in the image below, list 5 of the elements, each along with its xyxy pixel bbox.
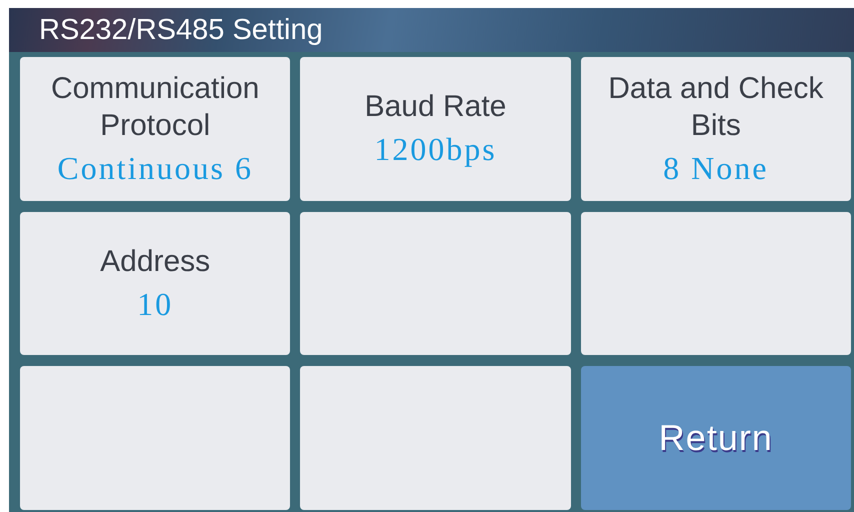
setting-button[interactable]: Communication Protocol Continuous 6 <box>20 57 290 201</box>
window-title: RS232/RS485 Setting <box>39 14 323 46</box>
setting-button[interactable]: Baud Rate 1200bps <box>300 57 571 201</box>
setting-button[interactable]: Address 10 <box>20 212 290 356</box>
setting-button[interactable]: Data and Check Bits 8 None <box>580 57 851 201</box>
